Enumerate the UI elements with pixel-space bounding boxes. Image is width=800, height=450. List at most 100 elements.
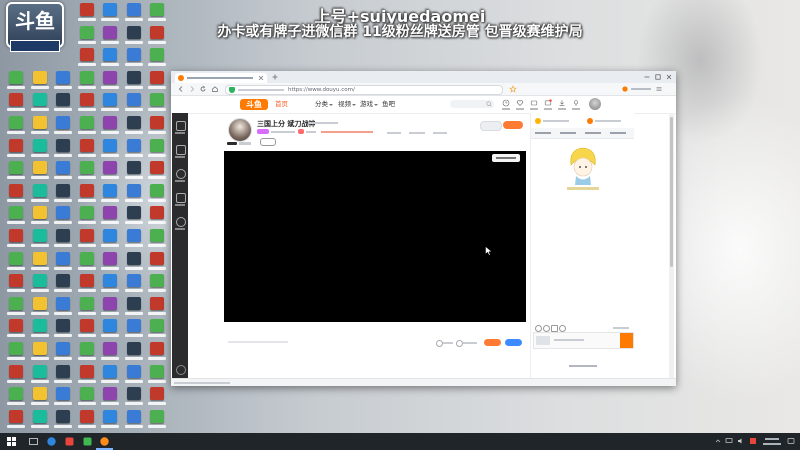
desktop-icon[interactable] — [147, 93, 167, 113]
desktop-icon[interactable] — [100, 251, 120, 272]
download-icon[interactable] — [558, 99, 566, 107]
desktop-icon[interactable] — [30, 342, 50, 362]
desktop-icon[interactable] — [77, 70, 97, 91]
nav-home[interactable]: 首页 — [275, 100, 288, 109]
desktop-icon[interactable] — [77, 116, 97, 136]
desktop-icon[interactable] — [53, 274, 73, 294]
desktop-icon[interactable] — [6, 229, 26, 249]
desktop-icon[interactable] — [53, 116, 73, 136]
desktop-icon[interactable] — [124, 296, 144, 317]
desktop-icon[interactable] — [100, 296, 120, 317]
desktop-icon[interactable] — [147, 387, 167, 407]
desktop-icon[interactable] — [124, 319, 144, 339]
site-logo[interactable]: 斗鱼 — [240, 99, 268, 110]
desktop-icon[interactable] — [124, 138, 144, 159]
desktop-icon[interactable] — [147, 342, 167, 362]
desktop-icon[interactable] — [30, 364, 50, 385]
desktop-icon[interactable] — [77, 274, 97, 294]
refresh-icon[interactable] — [199, 85, 207, 93]
desktop-icon[interactable] — [77, 93, 97, 113]
desktop-icon[interactable] — [100, 183, 120, 204]
desktop-icon[interactable] — [53, 206, 73, 226]
barrage-icon[interactable] — [551, 325, 558, 332]
desktop-icon[interactable] — [53, 409, 73, 430]
desktop-icon[interactable] — [53, 364, 73, 385]
desktop-icon[interactable] — [147, 116, 167, 136]
desktop-icon[interactable] — [147, 206, 167, 226]
desktop-icon[interactable] — [30, 296, 50, 317]
desktop-icon[interactable] — [124, 364, 144, 385]
desktop-icon[interactable] — [147, 48, 167, 68]
desktop-icon[interactable] — [6, 206, 26, 226]
desktop-icon[interactable] — [77, 229, 97, 249]
desktop-icon[interactable] — [124, 387, 144, 407]
desktop-icon[interactable] — [100, 229, 120, 249]
desktop-icon[interactable] — [30, 251, 50, 272]
desktop-icon[interactable] — [30, 387, 50, 407]
menu-icon[interactable] — [655, 85, 663, 93]
desktop-icon[interactable] — [53, 319, 73, 339]
desktop-icon[interactable] — [30, 274, 50, 294]
emoji-icon[interactable] — [535, 325, 542, 332]
desktop-icon[interactable] — [77, 296, 97, 317]
desktop-icon[interactable] — [77, 161, 97, 181]
desktop-icon[interactable] — [77, 138, 97, 159]
streamer-avatar[interactable] — [228, 118, 252, 142]
extension-icon[interactable] — [621, 85, 629, 93]
tab-fans[interactable] — [585, 132, 601, 134]
desktop-icon[interactable] — [6, 138, 26, 159]
desktop-icon[interactable] — [53, 183, 73, 204]
desktop-icon[interactable] — [77, 409, 97, 430]
desktop-icon[interactable] — [77, 183, 97, 204]
desktop-icon[interactable] — [53, 70, 73, 91]
desktop-icon[interactable] — [30, 93, 50, 113]
desktop-icon[interactable] — [6, 387, 26, 407]
desktop-icon[interactable] — [100, 319, 120, 339]
desktop-icon[interactable] — [77, 206, 97, 226]
tab-contribution[interactable] — [535, 132, 551, 134]
sidebar-game-icon[interactable] — [176, 217, 186, 227]
tab-week[interactable] — [560, 132, 576, 134]
desktop-icon[interactable] — [6, 409, 26, 430]
desktop-icon[interactable] — [100, 138, 120, 159]
task-view-icon[interactable] — [28, 436, 39, 447]
desktop-icon[interactable] — [147, 229, 167, 249]
desktop-icon[interactable] — [147, 70, 167, 91]
share-button[interactable] — [480, 121, 502, 131]
desktop-icon[interactable] — [6, 116, 26, 136]
desktop-icon[interactable] — [53, 229, 73, 249]
desktop-icon[interactable] — [6, 319, 26, 339]
desktop-icon[interactable] — [124, 93, 144, 113]
sidebar-follow-icon[interactable] — [176, 169, 186, 179]
forward-icon[interactable] — [188, 85, 196, 93]
minimize-icon[interactable] — [643, 73, 651, 81]
desktop-icon[interactable] — [30, 161, 50, 181]
panel-footer-link[interactable] — [569, 365, 597, 367]
sidebar-home-icon[interactable] — [176, 121, 186, 131]
fan-icon[interactable] — [559, 325, 566, 332]
windows-start-icon[interactable] — [6, 436, 17, 447]
desktop-icon[interactable] — [53, 138, 73, 159]
app-red-icon[interactable] — [64, 436, 75, 447]
desktop-icon[interactable] — [100, 93, 120, 113]
volume-icon[interactable] — [737, 437, 745, 445]
back-icon[interactable] — [177, 85, 185, 93]
desktop-icon[interactable] — [124, 206, 144, 226]
nav-game[interactable]: 游戏 — [360, 100, 373, 109]
desktop-icon[interactable] — [124, 409, 144, 430]
maximize-icon[interactable] — [654, 73, 662, 81]
desktop-icon[interactable] — [6, 251, 26, 272]
desktop-icon[interactable] — [6, 274, 26, 294]
desktop-icon[interactable] — [147, 364, 167, 385]
desktop-icon[interactable] — [124, 274, 144, 294]
desktop-icon[interactable] — [124, 342, 144, 362]
desktop-icon[interactable] — [53, 161, 73, 181]
desktop-icon[interactable] — [30, 409, 50, 430]
desktop-icon[interactable] — [30, 229, 50, 249]
video-icon[interactable] — [530, 99, 538, 107]
sidebar-live-icon[interactable] — [176, 145, 186, 155]
desktop-icon[interactable] — [77, 364, 97, 385]
tab-close-icon[interactable] — [258, 75, 264, 81]
desktop-icon[interactable] — [124, 48, 144, 68]
player-overlay-button[interactable] — [492, 154, 520, 162]
